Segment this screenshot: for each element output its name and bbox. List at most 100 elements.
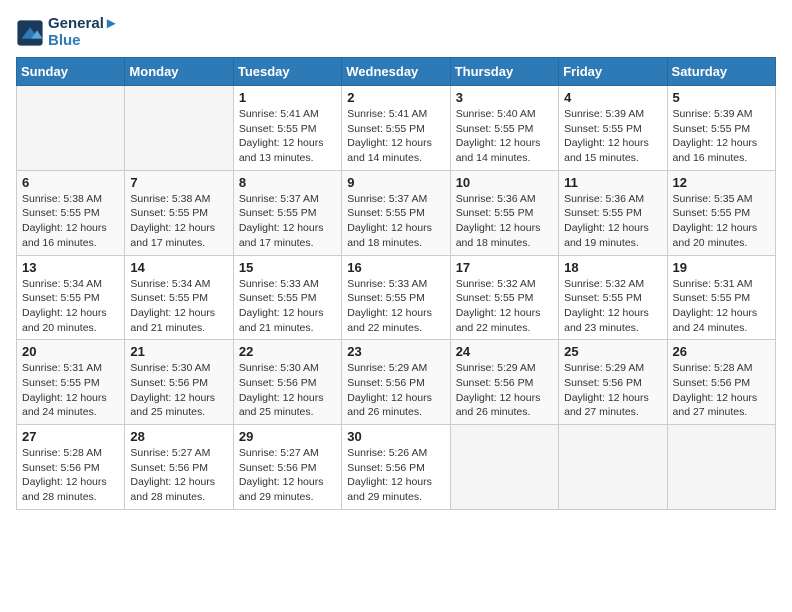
- day-number: 21: [130, 344, 227, 359]
- calendar-cell: 24Sunrise: 5:29 AM Sunset: 5:56 PM Dayli…: [450, 340, 558, 425]
- calendar-cell: 13 Sunrise: 5:34 AM Sunset: 5:55 PM Dayli…: [17, 255, 125, 340]
- day-number: 15: [239, 260, 336, 275]
- weekday-header-wednesday: Wednesday: [342, 58, 450, 86]
- calendar-cell: [17, 86, 125, 171]
- day-info: Sunrise: 5:30 AM Sunset: 5:56 PM Dayligh…: [239, 361, 336, 420]
- day-number: 27: [22, 429, 119, 444]
- day-number: 9: [347, 175, 444, 190]
- weekday-header-tuesday: Tuesday: [233, 58, 341, 86]
- logo-icon: [16, 19, 44, 47]
- day-info: Sunrise: 5:41 AM Sunset: 5:55 PM Dayligh…: [347, 107, 444, 166]
- day-info: Sunrise: 5:34 AM Sunset: 5:55 PM Dayligh…: [22, 277, 119, 336]
- week-row-5: 27 Sunrise: 5:28 AM Sunset: 5:56 PM Dayli…: [17, 425, 776, 510]
- week-row-4: 20 Sunrise: 5:31 AM Sunset: 5:55 PM Dayli…: [17, 340, 776, 425]
- calendar-cell: 28 Sunrise: 5:27 AM Sunset: 5:56 PM Dayli…: [125, 425, 233, 510]
- day-number: 11: [564, 175, 661, 190]
- day-number: 23: [347, 344, 444, 359]
- day-info: Sunrise: 5:37 AM Sunset: 5:55 PM Dayligh…: [239, 192, 336, 251]
- day-number: 30: [347, 429, 444, 444]
- day-info: Sunrise: 5:38 AM Sunset: 5:55 PM Dayligh…: [130, 192, 227, 251]
- day-info: Sunrise: 5:38 AM Sunset: 5:55 PM Dayligh…: [22, 192, 119, 251]
- weekday-header-monday: Monday: [125, 58, 233, 86]
- day-number: 29: [239, 429, 336, 444]
- day-number: 16: [347, 260, 444, 275]
- day-number: 28: [130, 429, 227, 444]
- day-info: Sunrise: 5:39 AM Sunset: 5:55 PM Dayligh…: [673, 107, 770, 166]
- logo: General► Blue: [16, 16, 119, 49]
- calendar-cell: 19 Sunrise: 5:31 AM Sunset: 5:55 PM Dayli…: [667, 255, 775, 340]
- day-number: 3: [456, 90, 553, 105]
- calendar-cell: 16 Sunrise: 5:33 AM Sunset: 5:55 PM Dayli…: [342, 255, 450, 340]
- day-info: Sunrise: 5:33 AM Sunset: 5:55 PM Dayligh…: [239, 277, 336, 336]
- day-number: 12: [673, 175, 770, 190]
- day-info: Sunrise: 5:28 AM Sunset: 5:56 PM Dayligh…: [22, 446, 119, 505]
- day-info: Sunrise: 5:40 AM Sunset: 5:55 PM Dayligh…: [456, 107, 553, 166]
- calendar-cell: 26 Sunrise: 5:28 AM Sunset: 5:56 PM Dayli…: [667, 340, 775, 425]
- calendar-cell: [559, 425, 667, 510]
- calendar-cell: 20 Sunrise: 5:31 AM Sunset: 5:55 PM Dayli…: [17, 340, 125, 425]
- week-row-2: 6 Sunrise: 5:38 AM Sunset: 5:55 PM Daylig…: [17, 170, 776, 255]
- calendar-cell: 15 Sunrise: 5:33 AM Sunset: 5:55 PM Dayli…: [233, 255, 341, 340]
- weekday-header-friday: Friday: [559, 58, 667, 86]
- calendar-cell: 4 Sunrise: 5:39 AM Sunset: 5:55 PM Daylig…: [559, 86, 667, 171]
- calendar-cell: 29 Sunrise: 5:27 AM Sunset: 5:56 PM Dayli…: [233, 425, 341, 510]
- day-info: Sunrise: 5:27 AM Sunset: 5:56 PM Dayligh…: [130, 446, 227, 505]
- day-info: Sunrise: 5:39 AM Sunset: 5:55 PM Dayligh…: [564, 107, 661, 166]
- week-row-1: 1 Sunrise: 5:41 AM Sunset: 5:55 PM Daylig…: [17, 86, 776, 171]
- calendar-cell: 23 Sunrise: 5:29 AM Sunset: 5:56 PM Dayli…: [342, 340, 450, 425]
- calendar-cell: [125, 86, 233, 171]
- day-number: 4: [564, 90, 661, 105]
- day-info: Sunrise: 5:27 AM Sunset: 5:56 PM Dayligh…: [239, 446, 336, 505]
- calendar-cell: 22 Sunrise: 5:30 AM Sunset: 5:56 PM Dayli…: [233, 340, 341, 425]
- calendar-cell: 3 Sunrise: 5:40 AM Sunset: 5:55 PM Daylig…: [450, 86, 558, 171]
- day-info: Sunrise: 5:29 AM Sunset: 5:56 PM Dayligh…: [564, 361, 661, 420]
- day-info: Sunrise: 5:36 AM Sunset: 5:55 PM Dayligh…: [564, 192, 661, 251]
- day-number: 26: [673, 344, 770, 359]
- day-info: Sunrise: 5:29 AM Sunset: 5:56 PM Dayligh…: [456, 361, 553, 420]
- calendar-cell: 27 Sunrise: 5:28 AM Sunset: 5:56 PM Dayli…: [17, 425, 125, 510]
- day-info: Sunrise: 5:32 AM Sunset: 5:55 PM Dayligh…: [564, 277, 661, 336]
- day-number: 7: [130, 175, 227, 190]
- day-number: 10: [456, 175, 553, 190]
- day-info: Sunrise: 5:34 AM Sunset: 5:55 PM Dayligh…: [130, 277, 227, 336]
- day-number: 18: [564, 260, 661, 275]
- calendar-cell: 12 Sunrise: 5:35 AM Sunset: 5:55 PM Dayli…: [667, 170, 775, 255]
- calendar-cell: 25Sunrise: 5:29 AM Sunset: 5:56 PM Dayli…: [559, 340, 667, 425]
- day-number: 13: [22, 260, 119, 275]
- day-number: 19: [673, 260, 770, 275]
- weekday-header-row: SundayMondayTuesdayWednesdayThursdayFrid…: [17, 58, 776, 86]
- day-info: Sunrise: 5:37 AM Sunset: 5:55 PM Dayligh…: [347, 192, 444, 251]
- day-info: Sunrise: 5:35 AM Sunset: 5:55 PM Dayligh…: [673, 192, 770, 251]
- calendar-cell: 14Sunrise: 5:34 AM Sunset: 5:55 PM Dayli…: [125, 255, 233, 340]
- day-number: 1: [239, 90, 336, 105]
- day-info: Sunrise: 5:36 AM Sunset: 5:55 PM Dayligh…: [456, 192, 553, 251]
- day-number: 17: [456, 260, 553, 275]
- weekday-header-saturday: Saturday: [667, 58, 775, 86]
- calendar-cell: 7 Sunrise: 5:38 AM Sunset: 5:55 PM Daylig…: [125, 170, 233, 255]
- day-info: Sunrise: 5:41 AM Sunset: 5:55 PM Dayligh…: [239, 107, 336, 166]
- day-info: Sunrise: 5:30 AM Sunset: 5:56 PM Dayligh…: [130, 361, 227, 420]
- day-number: 2: [347, 90, 444, 105]
- day-info: Sunrise: 5:31 AM Sunset: 5:55 PM Dayligh…: [22, 361, 119, 420]
- logo-text: General► Blue: [48, 16, 119, 49]
- calendar-cell: 10 Sunrise: 5:36 AM Sunset: 5:55 PM Dayli…: [450, 170, 558, 255]
- calendar-cell: 18 Sunrise: 5:32 AM Sunset: 5:55 PM Dayli…: [559, 255, 667, 340]
- day-info: Sunrise: 5:31 AM Sunset: 5:55 PM Dayligh…: [673, 277, 770, 336]
- calendar-cell: 30Sunrise: 5:26 AM Sunset: 5:56 PM Dayli…: [342, 425, 450, 510]
- calendar-cell: 8Sunrise: 5:37 AM Sunset: 5:55 PM Daylig…: [233, 170, 341, 255]
- calendar-table: SundayMondayTuesdayWednesdayThursdayFrid…: [16, 57, 776, 510]
- day-info: Sunrise: 5:29 AM Sunset: 5:56 PM Dayligh…: [347, 361, 444, 420]
- calendar-cell: 21 Sunrise: 5:30 AM Sunset: 5:56 PM Dayli…: [125, 340, 233, 425]
- calendar-cell: 11 Sunrise: 5:36 AM Sunset: 5:55 PM Dayli…: [559, 170, 667, 255]
- day-number: 5: [673, 90, 770, 105]
- day-info: Sunrise: 5:28 AM Sunset: 5:56 PM Dayligh…: [673, 361, 770, 420]
- calendar-cell: 1 Sunrise: 5:41 AM Sunset: 5:55 PM Daylig…: [233, 86, 341, 171]
- day-info: Sunrise: 5:33 AM Sunset: 5:55 PM Dayligh…: [347, 277, 444, 336]
- calendar-cell: [667, 425, 775, 510]
- day-number: 6: [22, 175, 119, 190]
- day-info: Sunrise: 5:32 AM Sunset: 5:55 PM Dayligh…: [456, 277, 553, 336]
- day-number: 20: [22, 344, 119, 359]
- calendar-cell: 6 Sunrise: 5:38 AM Sunset: 5:55 PM Daylig…: [17, 170, 125, 255]
- day-number: 22: [239, 344, 336, 359]
- page-header: General► Blue: [16, 16, 776, 49]
